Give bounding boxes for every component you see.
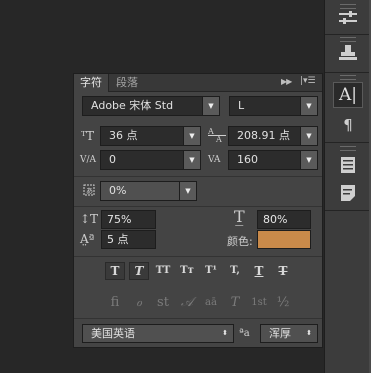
baseline-shift-icon: A̤ª <box>80 232 95 246</box>
leading-icon: AA <box>207 127 226 146</box>
fractions-button[interactable]: ½ <box>273 294 293 312</box>
dock-grip[interactable] <box>340 75 356 80</box>
svg-text:A: A <box>215 135 222 143</box>
superscript-button[interactable]: T¹ <box>201 262 221 280</box>
tsume-icon: あ <box>81 182 97 201</box>
subscript-button[interactable]: T, <box>225 262 245 280</box>
tracking-value: 160 <box>237 153 258 166</box>
kerning-value: 0 <box>109 153 116 166</box>
antialias-value: 浑厚 <box>269 327 291 340</box>
titling-alternates-button[interactable]: T <box>225 294 245 312</box>
faux-bold-button[interactable]: T <box>105 262 125 280</box>
adjustments-icon[interactable] <box>333 5 363 31</box>
underline-button[interactable]: T <box>249 262 269 280</box>
chevron-down-icon: ▼ <box>300 127 317 145</box>
kerning-icon: V/A <box>80 155 97 165</box>
tsume-value: 0% <box>109 184 127 197</box>
chevron-down-icon: ▼ <box>179 182 196 200</box>
stylistic-alternates-button[interactable]: aā <box>201 294 221 312</box>
font-family-dropdown[interactable]: Adobe 宋体 Std ▼ <box>82 96 220 116</box>
color-label: 颜色: <box>227 235 253 248</box>
leading-value: 208.91 点 <box>237 129 290 142</box>
text-color-swatch[interactable] <box>257 230 311 249</box>
chevron-down-icon: ▼ <box>183 127 200 145</box>
svg-text:A: A <box>208 127 214 136</box>
chevron-down-icon: ▼ <box>300 151 317 169</box>
discretionary-ligatures-button[interactable]: st <box>153 294 173 312</box>
tracking-icon: VA <box>208 155 221 165</box>
language-value: 美国英语 <box>91 327 135 340</box>
vertical-scale-field[interactable]: 75% <box>101 210 156 229</box>
font-style-dropdown[interactable]: L ▼ <box>229 96 318 116</box>
double-chevron-right-icon[interactable]: ▶▶ <box>281 77 292 86</box>
svg-text:あ: あ <box>86 187 93 195</box>
glyphs-icon[interactable] <box>333 152 363 178</box>
updown-chevron-icon: ⬍ <box>306 329 312 337</box>
font-size-dropdown[interactable]: 36 点 ▼ <box>100 126 201 146</box>
kerning-dropdown[interactable]: 0 ▼ <box>100 150 201 170</box>
horizontal-scale-icon: T̲ <box>234 207 245 226</box>
tsume-dropdown[interactable]: 0% ▼ <box>100 181 197 201</box>
font-size-icon: ᵀT <box>81 129 95 143</box>
small-caps-button[interactable]: Tт <box>177 262 197 280</box>
font-family-value: Adobe 宋体 Std <box>91 99 174 112</box>
panel-menu-icon[interactable]: |▾☰ <box>300 76 320 88</box>
horizontal-scale-field[interactable]: 80% <box>257 210 311 229</box>
ligatures-button[interactable]: fi <box>105 294 125 312</box>
tab-paragraph[interactable]: 段落 <box>110 74 144 92</box>
faux-italic-button[interactable]: T <box>129 262 149 280</box>
tracking-dropdown[interactable]: 160 ▼ <box>228 150 318 170</box>
dock-grip[interactable] <box>340 146 356 151</box>
character-panel-icon[interactable]: A| <box>333 82 363 108</box>
leading-dropdown[interactable]: 208.91 点 ▼ <box>228 126 318 146</box>
chevron-down-icon: ▼ <box>202 97 219 115</box>
vertical-scale-icon: ↕T <box>80 212 99 226</box>
baseline-shift-field[interactable]: 5 点 <box>101 230 156 249</box>
ordinals-button[interactable]: 1st <box>249 294 269 312</box>
updown-chevron-icon: ⬍ <box>222 329 228 337</box>
antialias-icon: ªa <box>239 328 250 339</box>
strikethrough-button[interactable]: T <box>273 262 293 280</box>
notes-icon[interactable] <box>333 180 363 206</box>
panel-dock-strip: A| ¶ <box>324 0 371 373</box>
character-panel: 字符 段落 ▶▶ |▾☰ Adobe 宋体 Std ▼ L ▼ ᵀT 36 点 … <box>73 73 323 348</box>
font-size-value: 36 点 <box>109 129 138 142</box>
language-dropdown[interactable]: 美国英语 ⬍ <box>82 324 234 343</box>
chevron-down-icon: ▼ <box>183 151 200 169</box>
all-caps-button[interactable]: TT <box>153 262 173 280</box>
swash-button[interactable]: 𝒜 <box>177 294 197 312</box>
chevron-down-icon: ▼ <box>300 97 317 115</box>
tab-character[interactable]: 字符 <box>74 74 109 92</box>
contextual-alternates-button[interactable]: ℴ <box>129 294 149 312</box>
panel-tab-bar: 字符 段落 ▶▶ |▾☰ <box>74 74 322 92</box>
antialias-dropdown[interactable]: 浑厚 ⬍ <box>260 324 318 343</box>
stamp-icon[interactable] <box>333 40 363 66</box>
paragraph-panel-icon[interactable]: ¶ <box>333 112 363 138</box>
font-style-value: L <box>238 99 245 112</box>
